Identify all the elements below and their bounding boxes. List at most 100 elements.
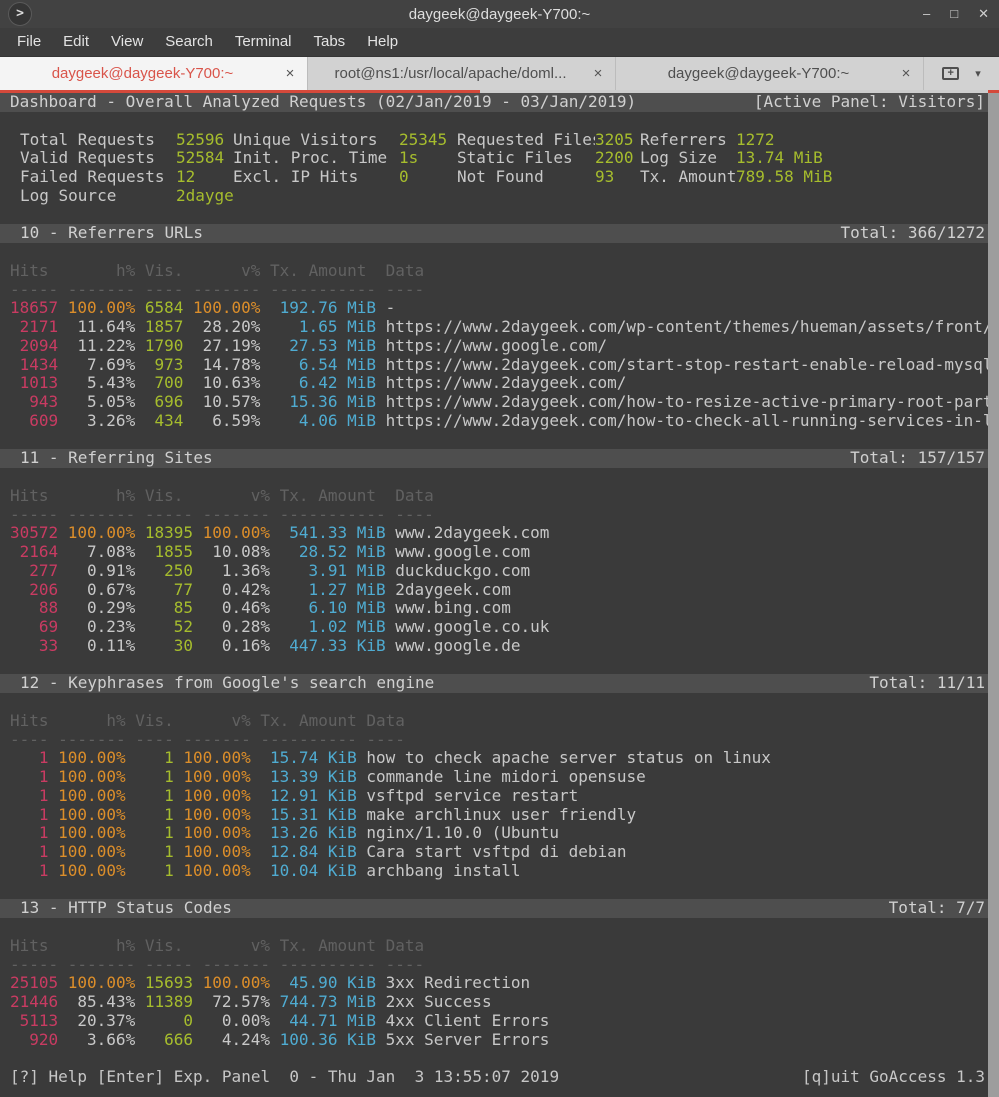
visitors-cell: 1790	[145, 337, 184, 356]
data-cell: https://www.google.com/	[386, 337, 608, 356]
tab-1[interactable]: daygeek@daygeek-Y700:~ ×	[0, 57, 308, 90]
visitors-percent-cell: 100.00%	[183, 843, 250, 862]
column-underline: ----	[10, 731, 49, 750]
visitors-percent-cell: 100.00%	[183, 862, 250, 881]
visitors-percent-cell: 100.00%	[203, 974, 270, 993]
blank-line	[0, 656, 999, 675]
terminal-app-icon: >	[8, 2, 32, 26]
hits-cell: 21446	[10, 993, 58, 1012]
tx-amount-cell: 6.10 MiB	[280, 599, 386, 618]
hits-cell: 5113	[10, 1012, 58, 1031]
visitors-percent-cell: 10.63%	[193, 374, 260, 393]
scrollbar[interactable]	[988, 93, 999, 1097]
visitors-cell: 15693	[145, 974, 193, 993]
table-row: 511320.37%00.00%44.71 MiB4xx Client Erro…	[0, 1012, 999, 1031]
table-header-row: Hitsh%Vis.v%Tx. AmountData	[0, 487, 999, 506]
panel-total: Total: 11/11	[869, 674, 985, 693]
panel-header-bar: 10 - Referrers URLsTotal: 366/1272	[0, 224, 999, 243]
table-row: 9203.66%6664.24%100.36 KiB5xx Server Err…	[0, 1031, 999, 1050]
summary-value: 52596	[176, 131, 233, 150]
visitors-cell: 1	[135, 862, 174, 881]
visitors-cell: 11389	[145, 993, 193, 1012]
table-row: 1100.00%1100.00%15.74 KiBhow to check ap…	[0, 749, 999, 768]
dashboard-header-bar: Dashboard - Overall Analyzed Requests (0…	[0, 93, 999, 112]
minimize-icon[interactable]: –	[923, 0, 930, 28]
tab-2-close-icon[interactable]: ×	[587, 65, 609, 82]
hits-cell: 1	[10, 806, 49, 825]
hits-cell: 1	[10, 749, 49, 768]
active-panel-indicator: [Active Panel: Visitors]	[754, 93, 985, 112]
visitors-percent-cell: 27.19%	[193, 337, 260, 356]
table-row: 30572100.00%18395100.00%541.33 MiBwww.2d…	[0, 524, 999, 543]
table-row: 690.23%520.28%1.02 MiBwww.google.co.uk	[0, 618, 999, 637]
summary-label: Valid Requests	[20, 149, 176, 168]
hits-percent-cell: 0.23%	[68, 618, 135, 637]
column-underline: -------	[193, 281, 260, 300]
table-row: 880.29%850.46%6.10 MiBwww.bing.com	[0, 599, 999, 618]
tx-amount-cell: 27.53 MiB	[270, 337, 376, 356]
hits-percent-cell: 3.26%	[68, 412, 135, 431]
tab-3[interactable]: daygeek@daygeek-Y700:~ ×	[616, 57, 924, 90]
table-dash-row: ------------------------------------	[0, 731, 999, 750]
visitors-cell: 700	[145, 374, 184, 393]
table-row: 21647.08%185510.08%28.52 MiBwww.google.c…	[0, 543, 999, 562]
table-row: 6093.26%4346.59%4.06 MiBhttps://www.2day…	[0, 412, 999, 431]
maximize-icon[interactable]: □	[950, 0, 958, 28]
tx-amount-cell: 15.31 KiB	[260, 806, 356, 825]
hits-cell: 609	[10, 412, 58, 431]
visitors-percent-cell: 100.00%	[183, 768, 250, 787]
close-icon[interactable]: ✕	[978, 0, 989, 28]
hits-percent-cell: 7.08%	[68, 543, 135, 562]
visitors-cell: 696	[145, 393, 184, 412]
visitors-percent-cell: 0.00%	[203, 1012, 270, 1031]
visitors-cell: 0	[145, 1012, 193, 1031]
summary-value: 2daygeek.com	[176, 187, 233, 206]
visitors-percent-cell: 10.08%	[203, 543, 270, 562]
data-cell: archbang install	[366, 862, 520, 881]
summary-label: Requested Files	[457, 131, 595, 150]
hits-percent-cell: 100.00%	[58, 843, 125, 862]
hits-cell: 18657	[10, 299, 58, 318]
column-header: h%	[68, 487, 135, 506]
visitors-percent-cell: 0.42%	[203, 581, 270, 600]
menu-edit[interactable]: Edit	[52, 28, 100, 56]
tab-2[interactable]: root@ns1:/usr/local/apache/doml... ×	[308, 57, 616, 90]
window-controls: – □ ✕	[923, 0, 989, 28]
hits-cell: 1	[10, 824, 49, 843]
hits-percent-cell: 0.29%	[68, 599, 135, 618]
menu-view[interactable]: View	[100, 28, 154, 56]
data-cell: www.bing.com	[395, 599, 511, 618]
blank-line	[0, 918, 999, 937]
column-underline: -------	[58, 731, 125, 750]
menu-help[interactable]: Help	[356, 28, 409, 56]
hits-cell: 206	[10, 581, 58, 600]
menu-file[interactable]: File	[6, 28, 52, 56]
tx-amount-cell: 100.36 KiB	[280, 1031, 376, 1050]
panel-header-bar: 11 - Referring SitesTotal: 157/157	[0, 449, 999, 468]
column-header: Vis.	[145, 262, 184, 281]
tab-3-close-icon[interactable]: ×	[895, 65, 917, 82]
tab-1-close-icon[interactable]: ×	[279, 65, 301, 82]
panel-header-bar: 13 - HTTP Status CodesTotal: 7/7	[0, 899, 999, 918]
table-row: 10135.43%70010.63%6.42 MiBhttps://www.2d…	[0, 374, 999, 393]
visitors-percent-cell: 100.00%	[183, 749, 250, 768]
status-bar-version: [q]uit GoAccess 1.3	[802, 1068, 985, 1087]
new-tab-icon[interactable]: +	[942, 67, 959, 80]
hits-cell: 1	[10, 843, 49, 862]
tx-amount-cell: 4.06 MiB	[270, 412, 376, 431]
menu-tabs[interactable]: Tabs	[303, 28, 357, 56]
menu-search[interactable]: Search	[154, 28, 224, 56]
terminal-window: > daygeek@daygeek-Y700:~ – □ ✕ File Edit…	[0, 0, 999, 1097]
table-header-row: Hitsh%Vis.v%Tx. AmountData	[0, 937, 999, 956]
hits-cell: 2094	[10, 337, 58, 356]
column-header: Tx. Amount	[280, 487, 386, 506]
visitors-cell: 666	[145, 1031, 193, 1050]
tab-list-chevron-down-icon[interactable]: ▾	[975, 67, 981, 80]
menu-terminal[interactable]: Terminal	[224, 28, 303, 56]
table-header-row: Hitsh%Vis.v%Tx. AmountData	[0, 712, 999, 731]
visitors-percent-cell: 100.00%	[193, 299, 260, 318]
tab-bar: daygeek@daygeek-Y700:~ × root@ns1:/usr/l…	[0, 57, 999, 90]
tx-amount-cell: 447.33 KiB	[280, 637, 386, 656]
status-bar: [?] Help [Enter] Exp. Panel 0 - Thu Jan …	[0, 1068, 999, 1087]
visitors-percent-cell: 28.20%	[193, 318, 260, 337]
